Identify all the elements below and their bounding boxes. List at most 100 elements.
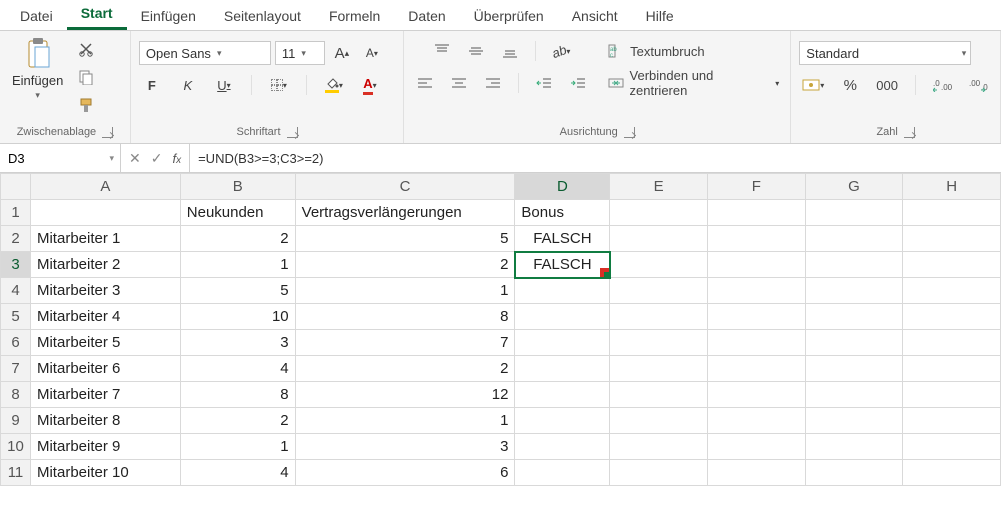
cell-E3[interactable] bbox=[610, 252, 708, 278]
cell-D6[interactable] bbox=[515, 330, 610, 356]
copy-button[interactable] bbox=[73, 67, 99, 87]
font-size-select[interactable]: 11▾ bbox=[275, 41, 325, 65]
clipboard-launcher[interactable] bbox=[102, 127, 113, 138]
cell-B5[interactable]: 10 bbox=[180, 304, 295, 330]
increase-indent-button[interactable] bbox=[565, 73, 591, 93]
row-header-4[interactable]: 4 bbox=[1, 278, 31, 304]
tab-daten[interactable]: Daten bbox=[394, 2, 459, 30]
cell-H6[interactable] bbox=[903, 330, 1001, 356]
tab-hilfe[interactable]: Hilfe bbox=[632, 2, 688, 30]
cell-F10[interactable] bbox=[707, 434, 805, 460]
cell-H11[interactable] bbox=[903, 460, 1001, 486]
select-all-corner[interactable] bbox=[1, 174, 31, 200]
cell-D11[interactable] bbox=[515, 460, 610, 486]
cancel-formula-button[interactable]: ✕ bbox=[129, 150, 141, 167]
cell-C4[interactable]: 1 bbox=[295, 278, 515, 304]
cell-C6[interactable]: 7 bbox=[295, 330, 515, 356]
underline-button[interactable]: U ▾ bbox=[211, 75, 237, 95]
cell-E9[interactable] bbox=[610, 408, 708, 434]
cell-D9[interactable] bbox=[515, 408, 610, 434]
format-painter-button[interactable] bbox=[73, 95, 99, 115]
bold-button[interactable]: F bbox=[139, 75, 165, 95]
row-header-1[interactable]: 1 bbox=[1, 200, 31, 226]
accounting-format-button[interactable]: ▾ bbox=[799, 75, 827, 95]
formula-input[interactable]: =UND(B3>=3;C3>=2) bbox=[190, 144, 1001, 172]
row-header-5[interactable]: 5 bbox=[1, 304, 31, 330]
cell-H8[interactable] bbox=[903, 382, 1001, 408]
cell-B8[interactable]: 8 bbox=[180, 382, 295, 408]
cell-B1[interactable]: Neukunden bbox=[180, 200, 295, 226]
worksheet[interactable]: ABCDEFGH1NeukundenVertragsverlängerungen… bbox=[0, 173, 1001, 524]
cell-B3[interactable]: 1 bbox=[180, 252, 295, 278]
cell-E10[interactable] bbox=[610, 434, 708, 460]
cell-B11[interactable]: 4 bbox=[180, 460, 295, 486]
increase-font-button[interactable]: A▴ bbox=[329, 43, 355, 63]
cell-G9[interactable] bbox=[805, 408, 903, 434]
cell-A10[interactable]: Mitarbeiter 9 bbox=[30, 434, 180, 460]
cell-A7[interactable]: Mitarbeiter 6 bbox=[30, 356, 180, 382]
cell-G11[interactable] bbox=[805, 460, 903, 486]
cell-E7[interactable] bbox=[610, 356, 708, 382]
cell-B6[interactable]: 3 bbox=[180, 330, 295, 356]
cell-F4[interactable] bbox=[707, 278, 805, 304]
cell-H4[interactable] bbox=[903, 278, 1001, 304]
cell-C10[interactable]: 3 bbox=[295, 434, 515, 460]
cell-G5[interactable] bbox=[805, 304, 903, 330]
cell-G8[interactable] bbox=[805, 382, 903, 408]
cell-G4[interactable] bbox=[805, 278, 903, 304]
cell-C3[interactable]: 2 bbox=[295, 252, 515, 278]
cell-C5[interactable]: 8 bbox=[295, 304, 515, 330]
cell-F9[interactable] bbox=[707, 408, 805, 434]
tab-seitenlayout[interactable]: Seitenlayout bbox=[210, 2, 315, 30]
row-header-7[interactable]: 7 bbox=[1, 356, 31, 382]
column-header-B[interactable]: B bbox=[180, 174, 295, 200]
cell-A9[interactable]: Mitarbeiter 8 bbox=[30, 408, 180, 434]
chevron-down-icon[interactable]: ▾ bbox=[109, 153, 114, 164]
cell-B9[interactable]: 2 bbox=[180, 408, 295, 434]
cell-G6[interactable] bbox=[805, 330, 903, 356]
row-header-9[interactable]: 9 bbox=[1, 408, 31, 434]
fill-color-button[interactable]: ▾ bbox=[321, 75, 347, 95]
cell-G3[interactable] bbox=[805, 252, 903, 278]
cell-E5[interactable] bbox=[610, 304, 708, 330]
cell-A1[interactable] bbox=[30, 200, 180, 226]
fill-handle[interactable] bbox=[602, 270, 610, 278]
row-header-3[interactable]: 3 bbox=[1, 252, 31, 278]
paste-button[interactable]: Einfügen ▾ bbox=[8, 35, 67, 103]
column-header-E[interactable]: E bbox=[610, 174, 708, 200]
cell-A4[interactable]: Mitarbeiter 3 bbox=[30, 278, 180, 304]
align-right-button[interactable] bbox=[480, 73, 506, 93]
cell-A6[interactable]: Mitarbeiter 5 bbox=[30, 330, 180, 356]
cell-D5[interactable] bbox=[515, 304, 610, 330]
column-header-H[interactable]: H bbox=[903, 174, 1001, 200]
align-bottom-button[interactable] bbox=[497, 41, 523, 61]
cell-E11[interactable] bbox=[610, 460, 708, 486]
percent-format-button[interactable]: % bbox=[837, 75, 863, 95]
cell-D4[interactable] bbox=[515, 278, 610, 304]
cell-E4[interactable] bbox=[610, 278, 708, 304]
cell-D3[interactable]: FALSCH bbox=[515, 252, 610, 278]
cell-H10[interactable] bbox=[903, 434, 1001, 460]
align-center-button[interactable] bbox=[446, 73, 472, 93]
italic-button[interactable]: K bbox=[175, 75, 201, 95]
comma-format-button[interactable]: 000 bbox=[873, 75, 901, 95]
tab-ansicht[interactable]: Ansicht bbox=[558, 2, 632, 30]
cell-F2[interactable] bbox=[707, 226, 805, 252]
column-header-C[interactable]: C bbox=[295, 174, 515, 200]
cell-B10[interactable]: 1 bbox=[180, 434, 295, 460]
cell-H3[interactable] bbox=[903, 252, 1001, 278]
number-launcher[interactable] bbox=[904, 127, 915, 138]
row-header-2[interactable]: 2 bbox=[1, 226, 31, 252]
row-header-6[interactable]: 6 bbox=[1, 330, 31, 356]
cell-H1[interactable] bbox=[903, 200, 1001, 226]
borders-button[interactable]: ▾ bbox=[266, 75, 292, 95]
cell-A8[interactable]: Mitarbeiter 7 bbox=[30, 382, 180, 408]
number-format-select[interactable]: Standard▾ bbox=[799, 41, 971, 65]
cell-E8[interactable] bbox=[610, 382, 708, 408]
tab-formeln[interactable]: Formeln bbox=[315, 2, 394, 30]
cell-F5[interactable] bbox=[707, 304, 805, 330]
tab-datei[interactable]: Datei bbox=[6, 2, 67, 30]
decrease-decimal-button[interactable]: .00.0 bbox=[966, 75, 992, 95]
cell-B7[interactable]: 4 bbox=[180, 356, 295, 382]
cell-D1[interactable]: Bonus bbox=[515, 200, 610, 226]
